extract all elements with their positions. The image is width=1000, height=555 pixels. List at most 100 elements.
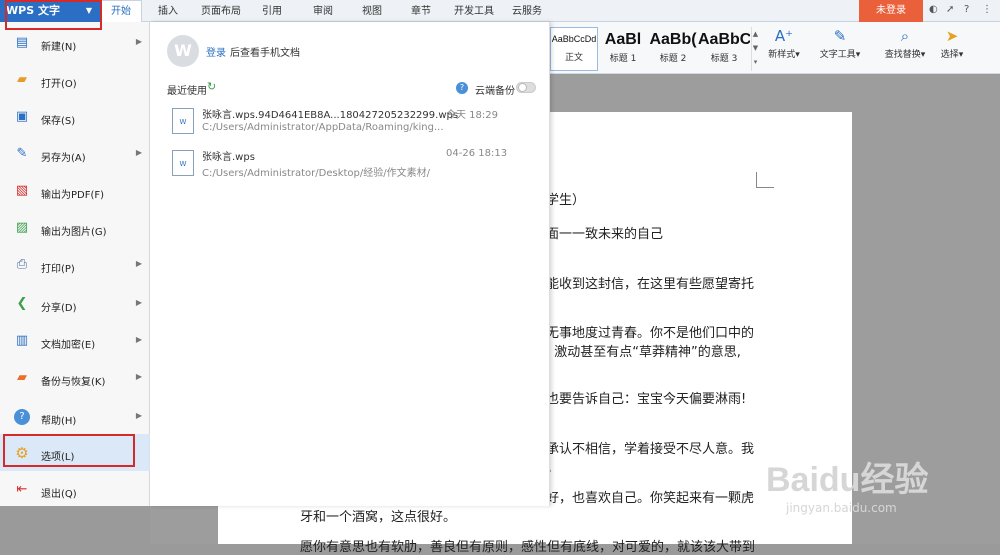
chevron-right-icon: ▶: [135, 411, 142, 420]
share-icon[interactable]: ➚: [946, 4, 954, 15]
select-button[interactable]: ➤ 选择▾: [934, 27, 970, 60]
tab-insert[interactable]: 插入: [158, 0, 178, 22]
tab-review[interactable]: 审阅: [313, 0, 333, 22]
print-icon: ⎙: [16, 257, 28, 272]
menu-item-help[interactable]: ? 帮助(H) ▶: [0, 398, 150, 435]
file-path: C:/Users/Administrator/AppData/Roaming/k…: [202, 122, 444, 133]
save-as-icon: ✎: [16, 146, 28, 161]
chevron-right-icon: ▶: [135, 37, 142, 46]
new-icon: ▤: [15, 35, 29, 50]
doc-line: 面一一致未来的自己: [546, 227, 664, 242]
doc-line: 能收到这封信，在这里有些愿望寄托: [546, 277, 755, 292]
menu-item-save[interactable]: ▣ 保存(S): [0, 98, 150, 135]
menu-item-exit[interactable]: ⇤ 退出(Q): [0, 471, 150, 508]
select-icon: ➤: [945, 27, 959, 45]
pdf-icon: ▧: [15, 183, 29, 198]
login-link[interactable]: 登录: [206, 44, 226, 59]
menu-item-label: 输出为图片(G): [41, 227, 107, 238]
menu-item-print[interactable]: ⎙ 打印(P) ▶: [0, 246, 150, 283]
menu-item-label: 备份与恢复(K): [41, 377, 106, 388]
tab-developer[interactable]: 开发工具: [454, 0, 494, 22]
style-sample: AaBbC: [698, 31, 750, 48]
recent-file-row[interactable]: W 张咏言.wps.94D4641EB8A...180427205232299.…: [170, 104, 540, 144]
chevron-down-icon: ▾: [795, 50, 800, 60]
chevron-down-icon: ▾: [920, 50, 926, 60]
tab-references[interactable]: 引用: [262, 0, 282, 22]
wps-avatar[interactable]: W: [167, 35, 199, 67]
text-tools-icon: ✎: [833, 27, 847, 45]
style-body-text[interactable]: AaBbCcDd 正文: [550, 27, 598, 71]
skin-icon[interactable]: ◐: [929, 4, 938, 15]
chevron-down-icon: ▾: [855, 50, 861, 60]
menu-item-backup[interactable]: ▰ 备份与恢复(K) ▶: [0, 359, 150, 396]
chevron-right-icon: ▶: [135, 372, 142, 381]
cloud-backup-toggle[interactable]: [516, 82, 536, 93]
chevron-right-icon: ▶: [135, 259, 142, 268]
wps-file-icon: W: [172, 108, 194, 134]
page-margin-marker: [756, 172, 774, 188]
backstage-panel: W 登录 后查看手机文档 最近使用 ↻ ? 云端备份 W 张咏言.wps.94D…: [150, 22, 550, 506]
gallery-scroll[interactable]: ▲ ▼ ▾: [751, 27, 759, 71]
menu-item-export-image[interactable]: ▨ 输出为图片(G): [0, 209, 150, 246]
help-icon[interactable]: ?: [964, 4, 969, 15]
style-sample: AaBb(: [649, 31, 697, 48]
style-label: 标题 1: [609, 54, 637, 64]
find-replace-icon: ⌕: [900, 27, 910, 45]
menu-item-label: 分享(D): [41, 303, 77, 314]
tab-home[interactable]: 开始: [100, 0, 142, 22]
menu-item-share[interactable]: ❮ 分享(D) ▶: [0, 285, 150, 322]
doc-line: 牙和一个酒窝，这点很好。: [300, 510, 457, 525]
save-icon: ▣: [15, 109, 29, 124]
menu-item-label: 打印(P): [41, 264, 75, 275]
image-export-icon: ▨: [15, 220, 29, 235]
baidu-watermark: Baidu经验 jingyan.baidu.com: [766, 452, 996, 542]
style-heading-1[interactable]: AaBl 标题 1: [598, 27, 648, 71]
file-time: 今天 18:29: [446, 110, 498, 121]
chevron-right-icon: ▶: [135, 298, 142, 307]
style-heading-3[interactable]: AaBbC 标题 3: [698, 27, 750, 71]
more-icon[interactable]: ⋮: [982, 4, 992, 15]
menu-item-label: 保存(S): [41, 116, 76, 127]
file-name: 张咏言.wps: [202, 152, 255, 163]
doc-line: . 激动甚至有点“草莽精神”的意思,: [546, 345, 741, 360]
style-label: 标题 2: [659, 54, 687, 64]
menu-item-export-pdf[interactable]: ▧ 输出为PDF(F): [0, 172, 150, 209]
new-style-label: 新样式: [768, 50, 796, 60]
find-replace-button[interactable]: ⌕ 查找替换▾: [880, 27, 930, 60]
backup-icon: ▰: [17, 370, 27, 385]
menu-item-save-as[interactable]: ✎ 另存为(A) ▶: [0, 135, 150, 172]
menu-item-label: 另存为(A): [41, 153, 86, 164]
doc-line: 学生）: [546, 193, 586, 208]
tab-bar: WPS 文字 ▼ 开始 插入 页面布局 引用 审阅 视图 章节 开发工具 云服务…: [0, 0, 1000, 22]
tab-view[interactable]: 视图: [362, 0, 382, 22]
exit-icon: ⇤: [16, 482, 28, 497]
cloud-backup-label: 云端备份: [475, 86, 515, 97]
doc-line: 也要告诉自己：宝宝今天偏要淋雨!: [546, 392, 747, 407]
text-tools-label: 文字工具: [819, 50, 856, 60]
menu-item-encrypt[interactable]: ▥ 文档加密(E) ▶: [0, 322, 150, 359]
tab-page-layout[interactable]: 页面布局: [201, 0, 241, 22]
recent-file-row[interactable]: W 张咏言.wps C:/Users/Administrator/Desktop…: [170, 146, 540, 186]
help-icon[interactable]: ?: [456, 82, 468, 94]
login-button[interactable]: 未登录: [859, 0, 923, 22]
menu-item-open[interactable]: ▰ 打开(O): [0, 61, 150, 98]
encrypt-icon: ▥: [15, 333, 29, 348]
tab-chapters[interactable]: 章节: [411, 0, 431, 22]
login-hint: 后查看手机文档: [230, 48, 300, 59]
tab-cloud-service[interactable]: 云服务: [512, 0, 542, 22]
menu-item-label: 打开(O): [41, 79, 77, 90]
doc-line: 承认不相信，学着接受不尽人意。我: [546, 442, 755, 457]
text-tools-button[interactable]: ✎ 文字工具▾: [816, 27, 864, 60]
annotation-highlight-options: [3, 434, 135, 467]
style-heading-2[interactable]: AaBb( 标题 2: [648, 27, 698, 71]
open-icon: ▰: [17, 72, 27, 87]
doc-line: 好，也喜欢自己。你笑起来有一颗虎: [546, 491, 755, 506]
new-style-button[interactable]: A⁺ 新样式▾: [764, 27, 804, 60]
share-icon: ❮: [16, 296, 28, 311]
refresh-icon[interactable]: ↻: [207, 80, 216, 93]
wps-file-icon: W: [172, 150, 194, 176]
new-style-icon: A⁺: [774, 27, 794, 45]
style-sample: AaBl: [604, 31, 642, 48]
find-replace-label: 查找替换: [884, 50, 921, 60]
menu-item-label: 输出为PDF(F): [41, 190, 105, 201]
